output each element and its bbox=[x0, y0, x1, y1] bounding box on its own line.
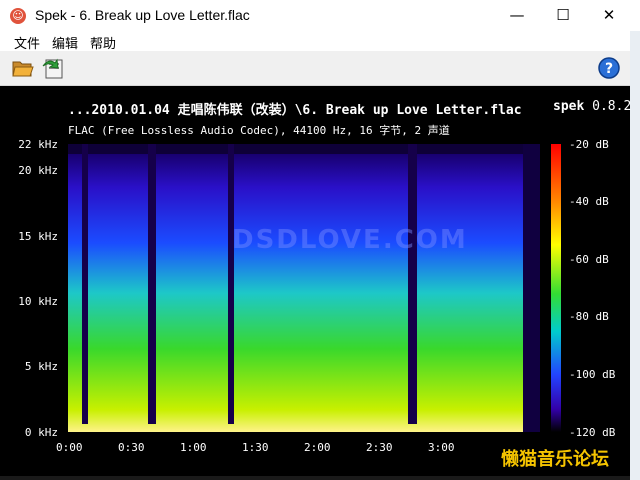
close-button[interactable]: ✕ bbox=[586, 0, 632, 31]
overlay-watermark: DSDLOVE.COM bbox=[232, 225, 468, 255]
track-end-region bbox=[523, 144, 540, 432]
y-tick-label: 22 kHz bbox=[18, 138, 58, 151]
menu-edit[interactable]: 编辑 bbox=[52, 33, 78, 52]
colorbar-gradient bbox=[551, 144, 561, 432]
forum-watermark: 懒猫音乐论坛 bbox=[480, 444, 630, 476]
colorbar-label: -40 dB bbox=[569, 195, 609, 208]
colorbar-label: -80 dB bbox=[569, 310, 609, 323]
background-window-strip bbox=[630, 31, 640, 480]
spectrogram-plot bbox=[68, 144, 540, 432]
spek-icon: ☺ bbox=[10, 8, 26, 24]
colorbar-label: -100 dB bbox=[569, 368, 616, 381]
quiet-gap bbox=[228, 144, 234, 424]
menu-bar: 文件 编辑 帮助 bbox=[0, 31, 630, 52]
x-tick-label: 0:30 bbox=[118, 441, 145, 454]
x-tick-label: 3:00 bbox=[428, 441, 455, 454]
menu-file[interactable]: 文件 bbox=[14, 33, 40, 52]
minimize-button[interactable]: — bbox=[494, 0, 540, 31]
x-tick-label: 0:00 bbox=[56, 441, 83, 454]
quiet-gap bbox=[408, 144, 417, 424]
x-tick-label: 2:00 bbox=[304, 441, 331, 454]
app-version: 0.8.2 bbox=[592, 99, 632, 114]
colorbar-label: -60 dB bbox=[569, 253, 609, 266]
y-tick-label: 5 kHz bbox=[24, 360, 58, 373]
x-tick-label: 2:30 bbox=[366, 441, 393, 454]
y-tick-label: 10 kHz bbox=[18, 295, 58, 308]
menu-help[interactable]: 帮助 bbox=[90, 33, 116, 52]
file-path-header: ...2010.01.04 走唱陈伟联（改装）\6. Break up Love… bbox=[68, 103, 522, 118]
maximize-button[interactable]: ☐ bbox=[540, 0, 586, 31]
spectral-energy-fill bbox=[68, 154, 540, 432]
app-name: spek bbox=[553, 99, 585, 114]
window-title: Spek - 6. Break up Love Letter.flac bbox=[35, 7, 250, 23]
y-tick-label: 20 kHz bbox=[18, 164, 58, 177]
codec-info: FLAC (Free Lossless Audio Codec), 44100 … bbox=[68, 124, 450, 137]
toolbar: ? bbox=[0, 51, 630, 86]
colorbar bbox=[551, 144, 561, 432]
quiet-gap bbox=[82, 144, 88, 424]
app-version-label: spek 0.8.2 bbox=[553, 99, 631, 114]
help-icon[interactable]: ? bbox=[597, 56, 621, 80]
colorbar-label: -120 dB bbox=[569, 426, 616, 439]
folder-open-icon[interactable] bbox=[11, 56, 35, 80]
colorbar-label: -20 dB bbox=[569, 138, 609, 151]
y-tick-label: 15 kHz bbox=[18, 230, 58, 243]
x-tick-label: 1:30 bbox=[242, 441, 269, 454]
svg-text:?: ? bbox=[605, 61, 613, 77]
title-bar: ☺ Spek - 6. Break up Love Letter.flac — … bbox=[0, 0, 640, 32]
x-tick-label: 1:00 bbox=[180, 441, 207, 454]
save-export-icon[interactable] bbox=[41, 56, 65, 80]
y-tick-label: 0 kHz bbox=[24, 426, 58, 439]
quiet-gap bbox=[148, 144, 156, 424]
